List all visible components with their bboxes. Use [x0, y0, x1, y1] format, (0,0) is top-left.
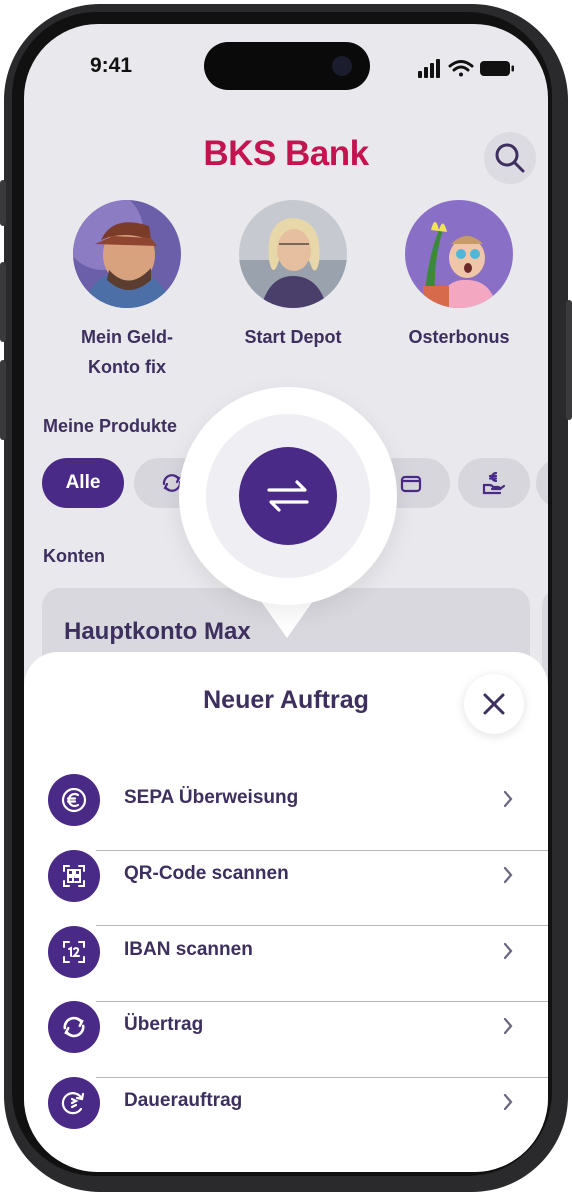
phone-screen: 9:41 BKS Bank Mein Geld- Konto fix Start…: [24, 24, 548, 1172]
menu-item-iban-scan[interactable]: IBAN scannen: [24, 914, 548, 990]
euro-icon: [61, 787, 87, 813]
menu-item-label: IBAN scannen: [124, 939, 253, 960]
euro-hand-icon: [482, 471, 506, 495]
signal-icon: [418, 59, 440, 78]
status-time: 9:41: [90, 54, 133, 77]
transfer-arrows-icon: [267, 480, 309, 512]
menu-item-dauerauftrag[interactable]: Dauerauftrag: [24, 1065, 548, 1141]
story-carousel: Mein Geld- Konto fix Start Depot Osterbo…: [24, 200, 548, 390]
account-card-title: Hauptkonto Max: [64, 618, 251, 645]
close-icon: [483, 693, 505, 715]
highlight-bubble-inner: [206, 414, 370, 578]
transfer-cycle-icon-badge: [48, 1001, 100, 1053]
story-label: Start Depot: [244, 327, 342, 347]
products-title: Meine Produkte: [43, 416, 178, 436]
status-icons: [418, 59, 514, 78]
recurring-icon: [61, 1092, 85, 1115]
header: BKS Bank: [24, 114, 548, 190]
qr-code-icon: [63, 865, 85, 887]
menu-item-qr-code[interactable]: QR-Code scannen: [24, 838, 548, 914]
menu-item-uebertrag[interactable]: Übertrag: [24, 989, 548, 1065]
transfer-cycle-icon: [63, 1016, 85, 1038]
menu-item-label: Übertrag: [124, 1014, 204, 1035]
scan-icon: [63, 941, 85, 963]
close-button[interactable]: [464, 674, 524, 734]
avatar: [239, 200, 347, 308]
accounts-title: Konten: [43, 546, 105, 566]
status-bar: 9:41: [24, 24, 548, 114]
story-start-depot[interactable]: Start Depot: [218, 200, 368, 352]
chip-people[interactable]: [536, 458, 548, 508]
wifi-icon: [448, 60, 474, 77]
highlight-bubble: [179, 387, 397, 605]
side-button: [0, 180, 6, 226]
menu-item-label: SEPA Überweisung: [124, 787, 299, 808]
menu-item-sepa[interactable]: SEPA Überweisung: [24, 762, 548, 838]
chip-savings[interactable]: [458, 458, 530, 508]
euro-icon-badge: [48, 774, 100, 826]
chip-label: Alle: [65, 472, 101, 493]
side-button: [566, 300, 572, 420]
recurring-icon-badge: [48, 1077, 100, 1129]
story-label: Osterbonus: [408, 327, 510, 347]
chevron-right-icon: [503, 1093, 513, 1111]
avatar: [73, 200, 181, 308]
scan-icon-badge: [48, 926, 100, 978]
new-order-sheet: Neuer Auftrag SEPA Überweisung QR-Code s…: [24, 652, 548, 1172]
chevron-right-icon: [503, 942, 513, 960]
dynamic-island: [204, 42, 370, 90]
search-icon: [495, 143, 525, 173]
chip-alle[interactable]: Alle: [42, 458, 124, 508]
menu-item-label: QR-Code scannen: [124, 863, 289, 884]
story-mein-geld-konto[interactable]: Mein Geld- Konto fix: [52, 200, 202, 382]
chevron-right-icon: [503, 790, 513, 808]
search-button[interactable]: [484, 132, 536, 184]
battery-icon: [480, 61, 514, 76]
new-order-fab[interactable]: [239, 447, 337, 545]
bank-logo: BKS Bank: [203, 134, 369, 173]
avatar: [405, 200, 513, 308]
side-button: [0, 262, 6, 342]
wallet-icon: [400, 475, 422, 493]
menu-item-label: Dauerauftrag: [124, 1090, 243, 1111]
chevron-right-icon: [503, 866, 513, 884]
story-osterbonus[interactable]: Osterbonus: [384, 200, 534, 352]
camera-icon: [332, 56, 352, 76]
chevron-right-icon: [503, 1017, 513, 1035]
side-button: [0, 360, 6, 440]
qr-code-icon-badge: [48, 850, 100, 902]
story-label: Mein Geld- Konto fix: [80, 327, 173, 377]
